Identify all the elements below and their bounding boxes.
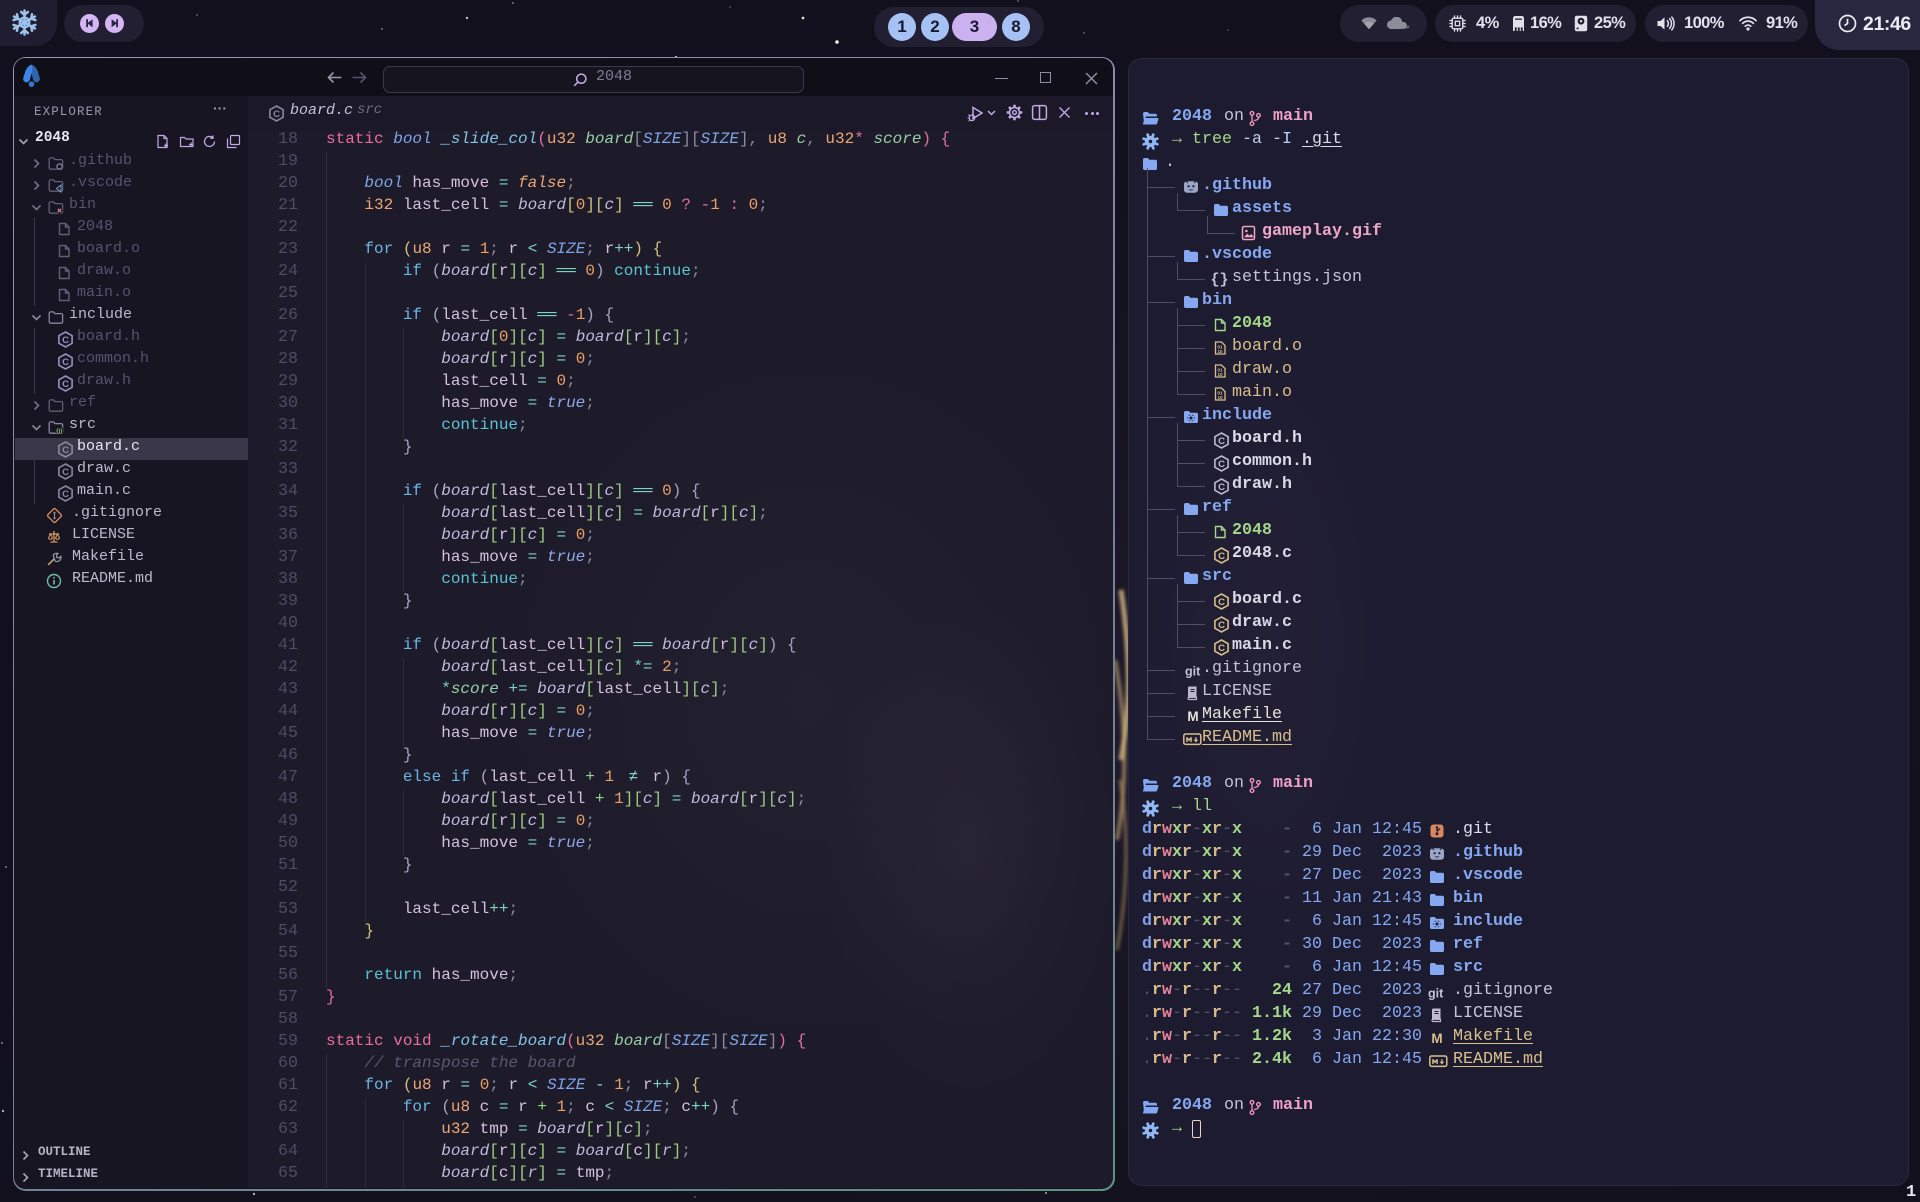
svg-text:C: C — [62, 445, 69, 456]
svg-text:C: C — [62, 489, 69, 500]
svg-text:{)}: {)} — [56, 428, 63, 434]
svg-text:C: C — [62, 357, 69, 368]
svg-text:C: C — [62, 379, 69, 390]
svg-text:C: C — [62, 467, 69, 478]
svg-text:git: git — [1428, 987, 1444, 1001]
svg-text:C: C — [62, 335, 69, 346]
svg-text:C: C — [273, 109, 280, 120]
svg-text:M: M — [1431, 1031, 1442, 1046]
